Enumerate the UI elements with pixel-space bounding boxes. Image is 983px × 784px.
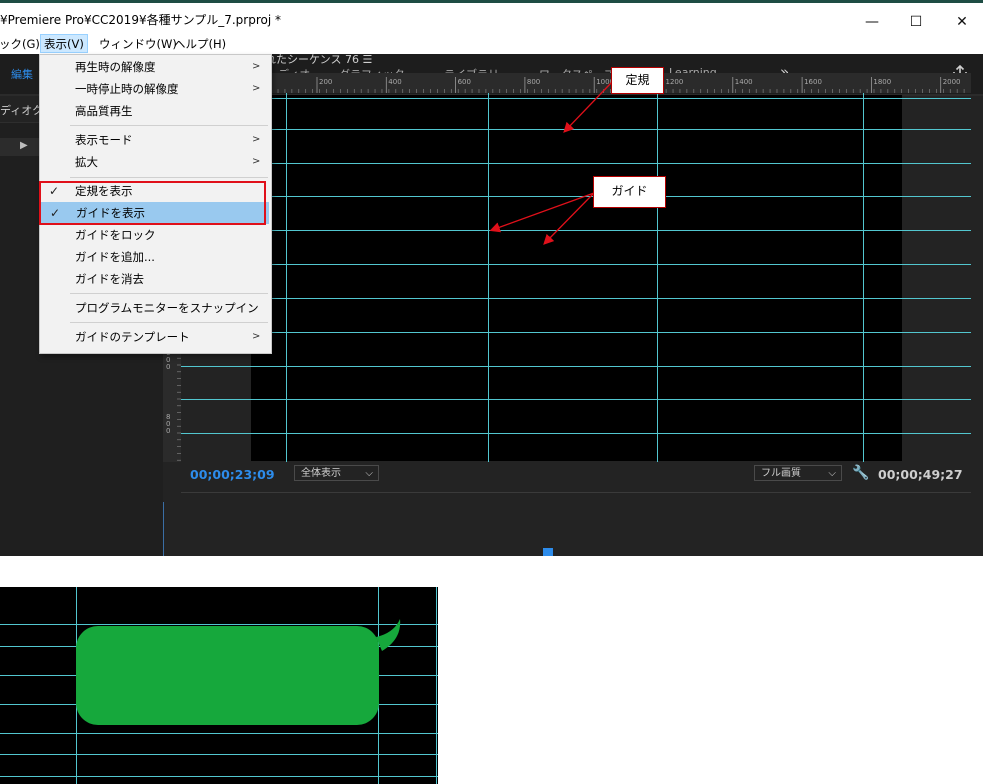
chat-bubble-tail: [376, 619, 401, 651]
guide-arrow-1: [489, 192, 595, 233]
ruler-arrow: [563, 81, 613, 133]
guide-arrow-2: [543, 192, 595, 245]
chat-bubble-shape: [76, 626, 379, 725]
ruler-callout: 定規: [611, 67, 664, 94]
annotation-arrows: [489, 81, 613, 245]
guide-callout: ガイド: [593, 176, 666, 208]
